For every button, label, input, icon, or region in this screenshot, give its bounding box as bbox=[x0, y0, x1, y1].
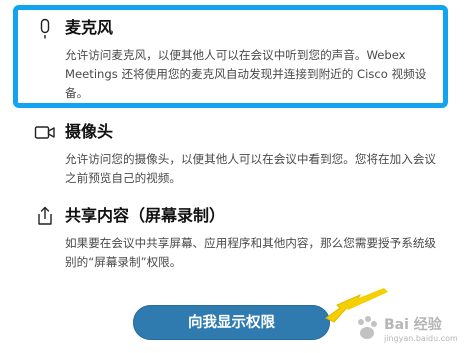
microphone-icon bbox=[40, 18, 50, 39]
paw-logo-icon bbox=[358, 316, 377, 339]
permission-description: 如果要在会议中共享屏幕、应用程序和其他内容，那么您需要授予系统级别的“屏幕录制”… bbox=[65, 236, 437, 269]
permission-description: 允许访问麦克风，以便其他人可以在会议中听到您的声音。Webex Meetings… bbox=[65, 48, 427, 100]
show-permissions-button[interactable]: 向我显示权限 bbox=[133, 305, 330, 340]
share-icon bbox=[38, 206, 52, 225]
watermark-url: jingyan.baidu.com bbox=[384, 334, 458, 343]
camera-icon bbox=[34, 126, 55, 139]
permission-description: 允许访问您的摄像头，以便其他人可以在会议中看到您。您将在加入会议之前预览自己的视… bbox=[65, 152, 437, 185]
permission-title: 麦克风 bbox=[65, 18, 114, 37]
permission-title: 摄像头 bbox=[65, 122, 114, 141]
watermark-text: Bai 经验 bbox=[384, 317, 442, 333]
permission-title: 共享内容（屏幕录制） bbox=[65, 206, 226, 225]
watermark: Bai 经验 jingyan.baidu.com bbox=[350, 311, 468, 353]
